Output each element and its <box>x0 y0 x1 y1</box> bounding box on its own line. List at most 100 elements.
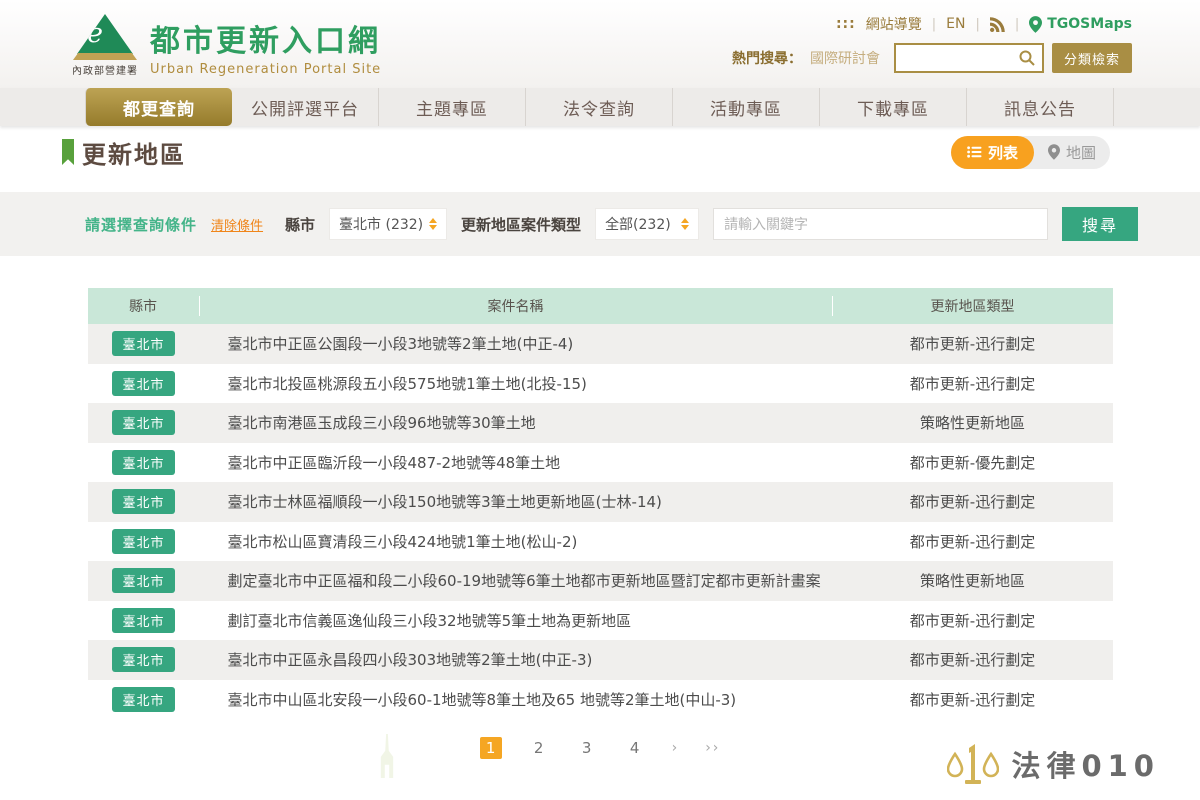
rss-link[interactable] <box>990 17 1005 32</box>
page-title: 更新地區 <box>82 135 186 170</box>
county-badge: 臺北市 <box>112 410 174 435</box>
language-link[interactable]: EN <box>946 16 965 32</box>
table-row[interactable]: 臺北市 臺北市士林區福順段一小段150地號等3筆土地更新地區(士林-14) 都市… <box>88 482 1113 522</box>
map-view-button[interactable]: 地圖 <box>1034 136 1110 169</box>
site-header: e 內政部營建署 都市更新入口網 Urban Regeneration Port… <box>0 0 1200 88</box>
page-title-row: 更新地區 列表 地圖 <box>0 126 1200 178</box>
county-select[interactable]: 臺北市 (232) <box>329 208 447 240</box>
table-row[interactable]: 臺北市 劃訂臺北市信義區逸仙段三小段32地號等5筆土地為更新地區 都市更新-迅行… <box>88 601 1113 641</box>
select-arrows-icon <box>681 218 689 230</box>
page-number[interactable]: 1 <box>480 737 502 759</box>
header-type: 更新地區類型 <box>833 296 1113 316</box>
header-search-button[interactable] <box>1012 45 1042 71</box>
case-name[interactable]: 劃定臺北市中正區福和段二小段60-19地號等6筆土地都市更新地區暨訂定都市更新計… <box>200 570 833 591</box>
agency-name: 內政部營建署 <box>72 62 138 77</box>
nav-item[interactable]: 法令查詢 <box>526 88 673 126</box>
header-case-name: 案件名稱 <box>200 296 833 316</box>
nav-item[interactable]: 訊息公告 <box>967 88 1114 126</box>
case-type: 都市更新-迅行劃定 <box>833 333 1113 354</box>
view-toggle: 列表 地圖 <box>951 136 1110 169</box>
nav-item[interactable]: 公開評選平台 <box>232 88 379 126</box>
search-button[interactable]: 搜尋 <box>1062 207 1138 241</box>
page-number[interactable]: 4 <box>624 737 646 759</box>
county-badge: 臺北市 <box>112 608 174 633</box>
hot-search-bar: 熱門搜尋： 國際研討會 分類檢索 <box>732 43 1132 73</box>
site-title: 都市更新入口網 <box>150 16 381 60</box>
table-row[interactable]: 臺北市 臺北市松山區寶清段三小段424地號1筆土地(松山-2) 都市更新-迅行劃… <box>88 522 1113 562</box>
bookmark-icon <box>62 139 74 165</box>
case-type: 策略性更新地區 <box>833 570 1113 591</box>
keyword-input[interactable] <box>713 208 1048 240</box>
agency-emblem-icon: e 內政部營建署 <box>72 14 138 77</box>
case-type: 都市更新-迅行劃定 <box>833 373 1113 394</box>
case-name[interactable]: 臺北市中正區公園段一小段3地號等2筆土地(中正-4) <box>200 333 833 354</box>
table-body: 臺北市 臺北市中正區公園段一小段3地號等2筆土地(中正-4) 都市更新-迅行劃定… <box>88 324 1113 719</box>
case-name[interactable]: 臺北市士林區福順段一小段150地號等3筆土地更新地區(士林-14) <box>200 491 833 512</box>
case-type: 都市更新-迅行劃定 <box>833 649 1113 670</box>
header-county: 縣市 <box>88 296 200 316</box>
hot-search-keyword[interactable]: 國際研討會 <box>810 48 880 68</box>
clear-filters-link[interactable]: 清除條件 <box>211 215 263 234</box>
table-row[interactable]: 臺北市 臺北市中正區公園段一小段3地號等2筆土地(中正-4) 都市更新-迅行劃定 <box>88 324 1113 364</box>
table-header: 縣市 案件名稱 更新地區類型 <box>88 288 1113 324</box>
case-type: 都市更新-迅行劃定 <box>833 610 1113 631</box>
nav-item[interactable]: 活動專區 <box>673 88 820 126</box>
table-row[interactable]: 臺北市 臺北市中山區北安段一小段60-1地號等8筆土地及65 地號等2筆土地(中… <box>88 680 1113 720</box>
case-type: 都市更新-優先劃定 <box>833 452 1113 473</box>
hot-search-label: 熱門搜尋： <box>732 48 802 68</box>
nav-item[interactable]: 都更查詢 <box>85 88 232 126</box>
main-nav: 都更查詢 公開評選平台 主題專區 法令查詢 活動專區 下載專區 訊息公告 <box>0 88 1200 126</box>
footer-brand-text: 法律010 <box>1011 743 1160 785</box>
map-pin-icon <box>1029 16 1042 33</box>
table-row[interactable]: 臺北市 臺北市北投區桃源段五小段575地號1筆土地(北投-15) 都市更新-迅行… <box>88 364 1113 404</box>
emblem-letter: e <box>87 20 103 47</box>
county-badge: 臺北市 <box>112 568 174 593</box>
county-badge: 臺北市 <box>112 647 174 672</box>
filter-title: 請選擇查詢條件 <box>85 214 197 235</box>
case-name[interactable]: 臺北市北投區桃源段五小段575地號1筆土地(北投-15) <box>200 373 833 394</box>
list-icon <box>967 146 982 158</box>
category-search-button[interactable]: 分類檢索 <box>1052 43 1132 73</box>
case-name[interactable]: 劃訂臺北市信義區逸仙段三小段32地號等5筆土地為更新地區 <box>200 610 833 631</box>
list-view-button[interactable]: 列表 <box>951 136 1034 169</box>
select-arrows-icon <box>429 218 437 230</box>
type-select[interactable]: 全部(232) <box>595 208 699 240</box>
sitemap-link[interactable]: 網站導覽 <box>866 14 922 34</box>
case-name[interactable]: 臺北市松山區寶清段三小段424地號1筆土地(松山-2) <box>200 531 833 552</box>
case-name[interactable]: 臺北市中正區永昌段四小段303地號等2筆土地(中正-3) <box>200 649 833 670</box>
case-name[interactable]: 臺北市南港區玉成段三小段96地號等30筆土地 <box>200 412 833 433</box>
county-badge: 臺北市 <box>112 371 174 396</box>
nav-item[interactable]: 下載專區 <box>820 88 967 126</box>
results-table: 縣市 案件名稱 更新地區類型 臺北市 臺北市中正區公園段一小段3地號等2筆土地(… <box>88 288 1113 719</box>
case-type: 都市更新-迅行劃定 <box>833 689 1113 710</box>
next-page-button[interactable]: › <box>672 740 680 756</box>
accesskey-link[interactable]: ::: <box>836 16 856 32</box>
filter-band: 請選擇查詢條件 清除條件 縣市 臺北市 (232) 更新地區案件類型 全部(23… <box>0 192 1200 256</box>
county-badge: 臺北市 <box>112 450 174 475</box>
table-row[interactable]: 臺北市 劃定臺北市中正區福和段二小段60-19地號等6筆土地都市更新地區暨訂定都… <box>88 561 1113 601</box>
case-name[interactable]: 臺北市中正區臨沂段一小段487-2地號等48筆土地 <box>200 452 833 473</box>
table-row[interactable]: 臺北市 臺北市中正區臨沂段一小段487-2地號等48筆土地 都市更新-優先劃定 <box>88 443 1113 483</box>
table-row[interactable]: 臺北市 臺北市南港區玉成段三小段96地號等30筆土地 策略性更新地區 <box>88 403 1113 443</box>
county-badge: 臺北市 <box>112 331 174 356</box>
footer-brand: 法律010 <box>947 742 1160 786</box>
rss-icon <box>990 17 1005 32</box>
site-subtitle: Urban Regeneration Portal Site <box>150 62 381 77</box>
county-badge: 臺北市 <box>112 529 174 554</box>
county-label: 縣市 <box>285 214 315 235</box>
table-row[interactable]: 臺北市 臺北市中正區永昌段四小段303地號等2筆土地(中正-3) 都市更新-迅行… <box>88 640 1113 680</box>
scales-icon <box>947 742 999 786</box>
case-type: 都市更新-迅行劃定 <box>833 491 1113 512</box>
tgosmaps-link[interactable]: TGOSMaps <box>1029 16 1132 33</box>
page-number[interactable]: 2 <box>528 737 550 759</box>
nav-item[interactable]: 主題專區 <box>379 88 526 126</box>
header-search-input[interactable] <box>896 45 1012 71</box>
county-badge: 臺北市 <box>112 687 174 712</box>
page-number[interactable]: 3 <box>576 737 598 759</box>
case-name[interactable]: 臺北市中山區北安段一小段60-1地號等8筆土地及65 地號等2筆土地(中山-3) <box>200 689 833 710</box>
map-pin-icon <box>1048 144 1060 160</box>
county-badge: 臺北市 <box>112 489 174 514</box>
site-logo[interactable]: e 內政部營建署 都市更新入口網 Urban Regeneration Port… <box>40 14 381 77</box>
type-label: 更新地區案件類型 <box>461 214 581 235</box>
last-page-button[interactable]: ›› <box>705 740 720 756</box>
